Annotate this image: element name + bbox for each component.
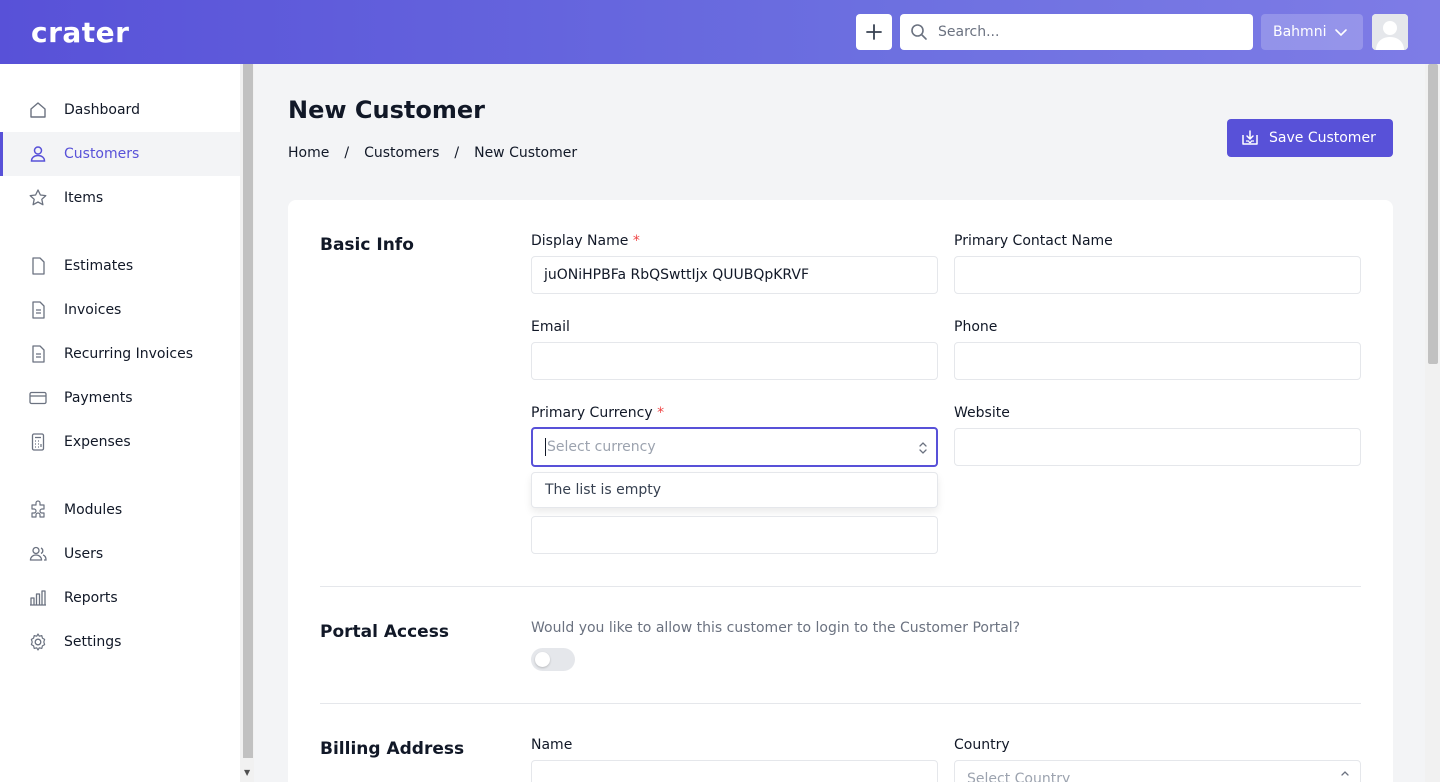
sidebar-item-label: Dashboard [64,102,140,118]
page-title: New Customer [288,96,485,124]
sidebar-item-label: Invoices [64,302,122,318]
plus-icon [866,24,882,40]
currency-select[interactable]: Select currency [531,427,938,467]
country-placeholder: Select Country [967,771,1071,782]
sidebar-item-label: Customers [64,146,140,162]
primary-contact-label: Primary Contact Name [954,233,1113,249]
home-icon [28,100,48,120]
email-label: Email [531,319,570,335]
display-name-label-text: Display Name [531,233,629,249]
sidebar-item-label: Expenses [64,434,131,450]
calculator-icon [28,432,48,452]
sidebar-scrollbar-thumb[interactable] [243,64,253,758]
users-icon [28,544,48,564]
sidebar-item-users[interactable]: Users [0,532,240,576]
currency-label: Primary Currency * [531,405,664,421]
billing-name-field[interactable] [531,760,938,782]
phone-label: Phone [954,319,998,335]
sidebar-item-estimates[interactable]: Estimates [0,244,240,288]
display-name-label: Display Name * [531,233,640,249]
breadcrumb-separator: / [454,145,460,161]
company-switcher[interactable]: Bahmni [1261,14,1363,50]
user-icon [28,144,48,164]
email-field[interactable] [531,342,938,380]
phone-field[interactable] [954,342,1361,380]
global-search [900,14,1253,50]
breadcrumb: Home / Customers / New Customer [288,145,577,161]
document-text-icon [28,344,48,364]
billing-country-select[interactable]: Select Country [954,760,1361,782]
section-divider [320,703,1361,704]
sidebar-item-label: Modules [64,502,123,518]
sidebar-item-payments[interactable]: Payments [0,376,240,420]
portal-access-toggle[interactable] [531,648,575,671]
dropdown-empty-message: The list is empty [545,482,662,498]
basic-info-title: Basic Info [320,235,414,255]
required-asterisk: * [632,233,640,249]
portal-access-title: Portal Access [320,622,449,642]
sidebar-item-reports[interactable]: Reports [0,576,240,620]
sidebar-item-label: Estimates [64,258,134,274]
hidden-field[interactable] [531,516,938,554]
sidebar-item-label: Items [64,190,104,206]
create-new-button[interactable] [856,14,892,50]
required-asterisk: * [657,405,665,421]
crater-logo[interactable]: crater [31,16,129,49]
currency-dropdown: The list is empty [531,472,938,508]
top-header: crater Bahmni [0,0,1440,64]
sidebar-item-customers[interactable]: Customers [0,132,240,176]
credit-card-icon [28,388,48,408]
save-customer-button[interactable]: Save Customer [1227,119,1393,157]
display-name-field[interactable]: juONiHPBFa RbQSwttIjx QUUBQpKRVF [531,256,938,294]
breadcrumb-separator: / [344,145,350,161]
sidebar: Dashboard Customers Items Estimates Invo… [0,64,240,782]
sidebar-item-label: Recurring Invoices [64,346,193,362]
sidebar-item-label: Settings [64,634,122,650]
sidebar-item-expenses[interactable]: Expenses [0,420,240,464]
text-cursor [545,438,546,456]
website-field[interactable] [954,428,1361,466]
sidebar-item-invoices[interactable]: Invoices [0,288,240,332]
puzzle-icon [28,500,48,520]
sidebar-item-label: Reports [64,590,118,606]
display-name-value: juONiHPBFa RbQSwttIjx QUUBQpKRVF [544,267,810,283]
select-arrows-icon [919,442,927,454]
sidebar-item-label: Payments [64,390,133,406]
primary-contact-field[interactable] [954,256,1361,294]
billing-name-label: Name [531,737,573,753]
breadcrumb-customers[interactable]: Customers [364,145,439,161]
save-customer-label: Save Customer [1269,130,1376,146]
star-icon [28,188,48,208]
billing-address-title: Billing Address [320,739,465,759]
user-avatar[interactable] [1372,14,1408,50]
cog-icon [28,632,48,652]
scroll-down-arrow-icon[interactable]: ▼ [244,768,250,777]
toggle-knob [535,652,550,667]
currency-label-text: Primary Currency [531,405,653,421]
currency-placeholder: Select currency [547,439,656,455]
chevron-down-icon [1335,29,1348,37]
sidebar-item-label: Users [64,546,104,562]
billing-country-label: Country [954,737,1010,753]
company-name: Bahmni [1273,24,1327,40]
sidebar-item-dashboard[interactable]: Dashboard [0,88,240,132]
website-label: Website [954,405,1010,421]
document-icon [28,256,48,276]
document-text-icon [28,300,48,320]
avatar-icon [1372,14,1408,50]
breadcrumb-current: New Customer [474,145,578,161]
search-input[interactable] [938,14,1238,50]
chevron-up-icon [1341,771,1349,776]
download-tray-icon [1242,130,1258,145]
breadcrumb-home[interactable]: Home [288,145,329,161]
sidebar-item-modules[interactable]: Modules [0,488,240,532]
portal-access-question: Would you like to allow this customer to… [531,620,1021,636]
chart-bar-icon [28,588,48,608]
section-divider [320,586,1361,587]
search-icon [911,24,927,40]
sidebar-item-items[interactable]: Items [0,176,240,220]
sidebar-item-recurring-invoices[interactable]: Recurring Invoices [0,332,240,376]
main-scrollbar-thumb[interactable] [1428,64,1438,364]
sidebar-item-settings[interactable]: Settings [0,620,240,664]
